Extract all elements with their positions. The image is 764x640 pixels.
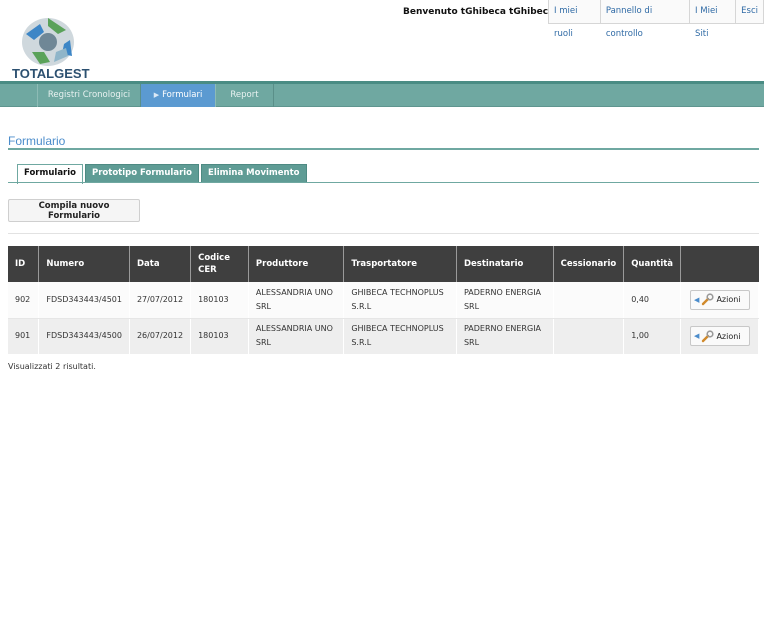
cell-id: 902 — [8, 282, 40, 319]
nav-item-report[interactable]: Report — [215, 84, 274, 107]
azioni-label: Azioni — [716, 331, 741, 341]
cell-cessionario — [553, 318, 625, 354]
cell-quantita: 1,00 — [623, 318, 682, 354]
cell-produttore: ALESSANDRIA UNO SRL — [248, 282, 345, 319]
link-miei-siti[interactable]: I Miei Siti — [689, 0, 735, 39]
column-header-numero[interactable]: Numero — [38, 246, 130, 282]
compila-nuovo-formulario-button[interactable]: Compila nuovo Formulario — [8, 199, 140, 222]
nav-item-label: Registri Cronologici — [47, 90, 131, 100]
table-row: 901 FDSD343443/4500 26/07/2012 180103 AL… — [8, 318, 759, 354]
nav-item-label: Formulari — [162, 90, 203, 100]
results-count: Visualizzati 2 risultati. — [8, 362, 96, 371]
nav-item-label: Report — [230, 90, 259, 100]
cell-numero: FDSD343443/4500 — [38, 318, 130, 354]
tab-bar: Formulario Prototipo Formulario Elimina … — [17, 164, 309, 184]
wrench-icon — [702, 293, 715, 306]
azioni-button[interactable]: ◀ Azioni — [690, 326, 751, 347]
column-header-destinatario[interactable]: Destinatario — [456, 246, 554, 282]
column-header-data[interactable]: Data — [129, 246, 192, 282]
column-header-trasportatore[interactable]: Trasportatore — [343, 246, 457, 282]
tab-prototipo-formulario[interactable]: Prototipo Formulario — [85, 164, 200, 183]
logo-text: TOTALGEST — [12, 66, 90, 81]
cell-trasportatore: GHIBECA TECHNOPLUS S.R.L — [343, 318, 457, 354]
cell-numero: FDSD343443/4501 — [38, 282, 130, 319]
column-header-quantita[interactable]: Quantità — [623, 246, 682, 282]
top-links: I miei ruoli Pannello di controllo I Mie… — [548, 0, 764, 39]
wrench-icon — [702, 330, 715, 342]
cell-cessionario — [553, 282, 625, 319]
column-header-cessionario[interactable]: Cessionario — [553, 246, 625, 282]
page-title: Formulario — [8, 134, 66, 148]
cell-destinatario: PADERNO ENERGIA SRL — [456, 318, 554, 354]
cell-azioni: ◀ Azioni — [680, 282, 759, 319]
section-separator — [8, 233, 759, 234]
cell-id: 901 — [8, 318, 40, 354]
triangle-right-icon: ▶ — [153, 91, 160, 99]
link-pannello-controllo[interactable]: Pannello di controllo — [599, 0, 689, 39]
column-header-codice-cer[interactable]: Codice CER — [190, 246, 249, 282]
tab-elimina-movimento[interactable]: Elimina Movimento — [201, 164, 307, 183]
cell-azioni: ◀ Azioni — [680, 318, 759, 354]
link-miei-ruoli[interactable]: I miei ruoli — [549, 0, 600, 39]
cell-data: 26/07/2012 — [129, 318, 192, 354]
azioni-label: Azioni — [716, 295, 741, 305]
link-esci[interactable]: Esci — [735, 0, 763, 23]
cell-quantita: 0,40 — [623, 282, 682, 319]
column-header-azioni — [680, 246, 759, 282]
cell-codice-cer: 180103 — [190, 318, 249, 354]
column-header-id[interactable]: ID — [8, 246, 40, 282]
cell-trasportatore: GHIBECA TECHNOPLUS S.R.L — [343, 282, 457, 319]
cell-produttore: ALESSANDRIA UNO SRL — [248, 318, 345, 354]
title-divider — [8, 148, 759, 150]
caret-left-icon: ◀ — [694, 295, 700, 304]
caret-left-icon: ◀ — [694, 332, 700, 341]
main-navbar: Registri Cronologici ▶ Formulari Report — [0, 84, 764, 107]
nav-item-formulari[interactable]: ▶ Formulari — [141, 84, 215, 107]
cell-codice-cer: 180103 — [190, 282, 249, 319]
cell-data: 27/07/2012 — [129, 282, 192, 319]
column-header-produttore[interactable]: Produttore — [248, 246, 345, 282]
table-row: 902 FDSD343443/4501 27/07/2012 180103 AL… — [8, 282, 759, 319]
tab-formulario[interactable]: Formulario — [17, 164, 83, 184]
cell-destinatario: PADERNO ENERGIA SRL — [456, 282, 554, 319]
welcome-message: Benvenuto tGhibeca tGhibeca! — [403, 7, 559, 17]
nav-item-registri-cronologici[interactable]: Registri Cronologici — [37, 84, 141, 107]
azioni-button[interactable]: ◀ Azioni — [690, 289, 751, 310]
table-header-row: ID Numero Data Codice CER Produttore Tra… — [8, 246, 759, 282]
tabs-divider — [8, 182, 759, 183]
formulari-table: ID Numero Data Codice CER Produttore Tra… — [8, 246, 759, 354]
